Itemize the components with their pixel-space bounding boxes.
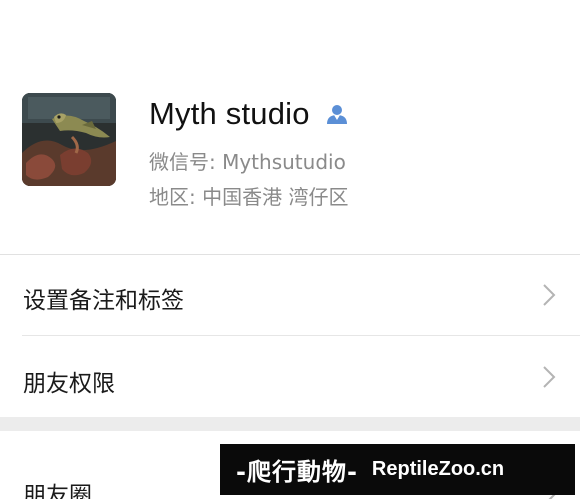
region: 地区: 中国香港 湾仔区 — [149, 185, 349, 209]
watermark: -爬行動物- ReptileZoo.cn — [220, 444, 575, 495]
chevron-right-icon — [543, 284, 556, 306]
wechat-id: 微信号: Mythsutudio — [149, 150, 346, 174]
watermark-site: ReptileZoo.cn — [371, 458, 505, 480]
watermark-main: -爬行動物- — [236, 458, 358, 486]
person-contact-icon — [327, 105, 347, 124]
profile-card: Myth studio 微信号: Mythsutudio 地区: 中国香港 湾仔… — [0, 0, 580, 254]
contact-name: Myth studio — [149, 96, 310, 131]
set-remark-tags-row[interactable]: 设置备注和标签 — [0, 255, 580, 335]
friend-permissions-label: 朋友权限 — [23, 371, 115, 397]
section-gap — [0, 417, 580, 431]
friend-permissions-row[interactable]: 朋友权限 — [0, 336, 580, 416]
avatar[interactable] — [22, 93, 116, 186]
chevron-right-icon — [543, 366, 556, 388]
lizard-photo-avatar — [22, 93, 116, 186]
moments-label: 朋友圈 — [23, 483, 92, 499]
set-remark-tags-label: 设置备注和标签 — [23, 288, 184, 314]
